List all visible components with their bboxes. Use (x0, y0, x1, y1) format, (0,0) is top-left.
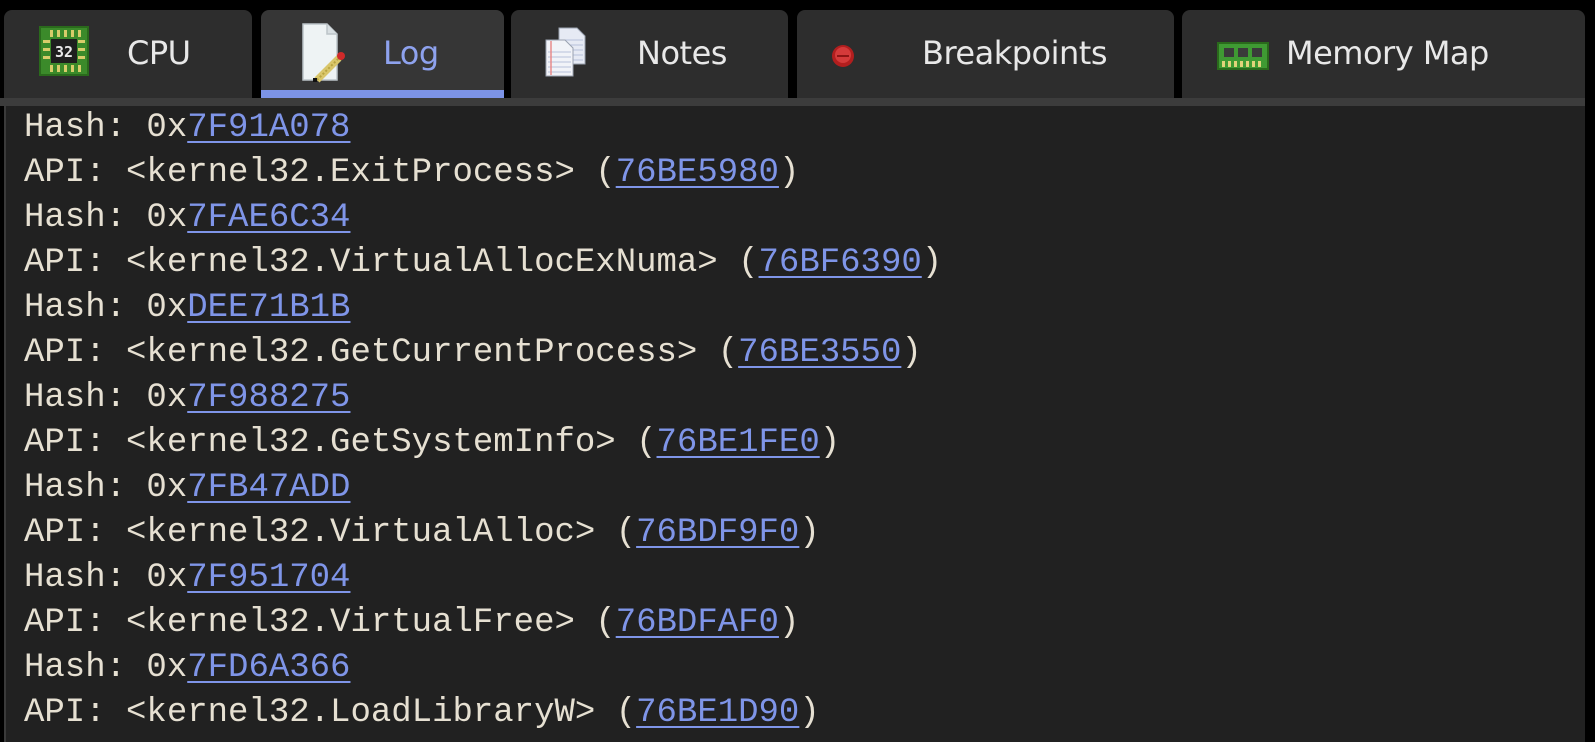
log-line-hash: Hash: 0x7F951704 (24, 556, 942, 601)
log-line-suffix: ) (921, 244, 943, 282)
tab-cpu[interactable]: 32 CPU (4, 10, 252, 98)
log-line-suffix: ) (799, 694, 820, 732)
log-line-hash: Hash: 0x7FAE6C34 (24, 196, 942, 241)
log-line-hash: Hash: 0x7F91A078 (24, 106, 942, 151)
tab-log-label: Log (383, 34, 439, 72)
api-address-link[interactable]: 76BE5980 (616, 154, 779, 192)
hash-value-link[interactable]: 7F988275 (187, 379, 350, 417)
tab-log[interactable]: Log (261, 10, 504, 98)
log-line-prefix: Hash: 0x (24, 379, 188, 417)
log-line-suffix: ) (901, 334, 922, 372)
log-line-suffix: ) (778, 154, 800, 192)
tab-notes-label: Notes (637, 34, 727, 72)
log-line-api: API: <kernel32.ExitProcess> (76BE5980) (24, 151, 942, 196)
log-line-prefix: API: <kernel32.LoadLibraryW> ( (24, 694, 637, 732)
log-panel[interactable]: Hash: 0x7F91A078 API: <kernel32.ExitProce… (4, 106, 1585, 742)
svg-text:32: 32 (55, 43, 73, 61)
log-line-suffix: ) (778, 604, 800, 642)
notes-pages-icon (543, 26, 589, 78)
log-line-api: API: <kernel32.VirtualAlloc> (76BDF9F0) (24, 511, 942, 556)
log-line-prefix: API: <kernel32.VirtualAlloc> ( (24, 514, 637, 552)
debugger-window: 32 CPU Log Notes Breakpoints Memory Map … (0, 0, 1585, 742)
tab-bar: 32 CPU Log Notes Breakpoints Memory Map (0, 10, 1585, 98)
log-line-prefix: Hash: 0x (24, 289, 188, 327)
log-line-suffix: ) (819, 424, 841, 462)
hash-value-link[interactable]: 7FB47ADD (187, 469, 350, 507)
tab-memory-map[interactable]: Memory Map (1182, 10, 1585, 98)
log-line-prefix: API: <kernel32.GetSystemInfo> ( (24, 424, 657, 462)
tab-memory-map-label: Memory Map (1286, 34, 1489, 72)
log-line-hash: Hash: 0x7FB47ADD (24, 466, 942, 511)
log-line-api: API: <kernel32.LoadLibraryW> (76BE1D90) (24, 691, 942, 736)
api-address-link[interactable]: 76BE1D90 (636, 694, 799, 732)
tab-cpu-label: CPU (127, 34, 191, 72)
log-line-prefix: API: <kernel32.VirtualAllocExNuma> ( (24, 244, 759, 282)
tab-notes[interactable]: Notes (511, 10, 788, 98)
hash-value-link[interactable]: 7FAE6C34 (187, 199, 350, 237)
tab-breakpoints[interactable]: Breakpoints (797, 10, 1174, 98)
hash-value-link[interactable]: 7F91A078 (187, 109, 350, 147)
log-line-prefix: API: <kernel32.VirtualFree> ( (24, 604, 616, 642)
breakpoint-dot-icon (831, 38, 855, 67)
cpu-chip-icon: 32 (39, 26, 89, 76)
log-line-prefix: Hash: 0x (24, 559, 188, 597)
hash-value-link[interactable]: 7FD6A366 (187, 649, 350, 687)
tab-breakpoints-label: Breakpoints (922, 34, 1108, 72)
memory-module-icon (1217, 40, 1269, 70)
log-line-api: API: <kernel32.VirtualFree> (76BDFAF0) (24, 601, 942, 646)
log-line-hash: Hash: 0x7FD6A366 (24, 646, 942, 691)
log-line-suffix: ) (799, 514, 820, 552)
log-line-prefix: Hash: 0x (24, 649, 188, 687)
log-line-prefix: API: <kernel32.ExitProcess> ( (24, 154, 616, 192)
log-line-api: API: <kernel32.GetSystemInfo> (76BE1FE0) (24, 421, 942, 466)
api-address-link[interactable]: 76BF6390 (759, 244, 922, 282)
log-line-hash: Hash: 0xDEE71B1B (24, 286, 942, 331)
log-line-hash: Hash: 0x7F988275 (24, 376, 942, 421)
log-line-prefix: API: <kernel32.GetCurrentProcess> ( (24, 334, 739, 372)
log-line-api: API: <kernel32.GetCurrentProcess> (76BE3… (24, 331, 942, 376)
log-line-prefix: Hash: 0x (24, 199, 188, 237)
log-line-prefix: Hash: 0x (24, 109, 188, 147)
api-address-link[interactable]: 76BDFAF0 (616, 604, 779, 642)
api-address-link[interactable]: 76BE1FE0 (657, 424, 820, 462)
log-lines: Hash: 0x7F91A078 API: <kernel32.ExitProce… (24, 106, 942, 736)
hash-value-link[interactable]: 7F951704 (187, 559, 350, 597)
log-line-api: API: <kernel32.VirtualAllocExNuma> (76BF… (24, 241, 942, 286)
log-document-icon (299, 22, 349, 84)
tab-divider (0, 98, 1585, 106)
hash-value-link[interactable]: DEE71B1B (187, 289, 350, 327)
api-address-link[interactable]: 76BDF9F0 (636, 514, 799, 552)
api-address-link[interactable]: 76BE3550 (738, 334, 901, 372)
log-line-prefix: Hash: 0x (24, 469, 188, 507)
